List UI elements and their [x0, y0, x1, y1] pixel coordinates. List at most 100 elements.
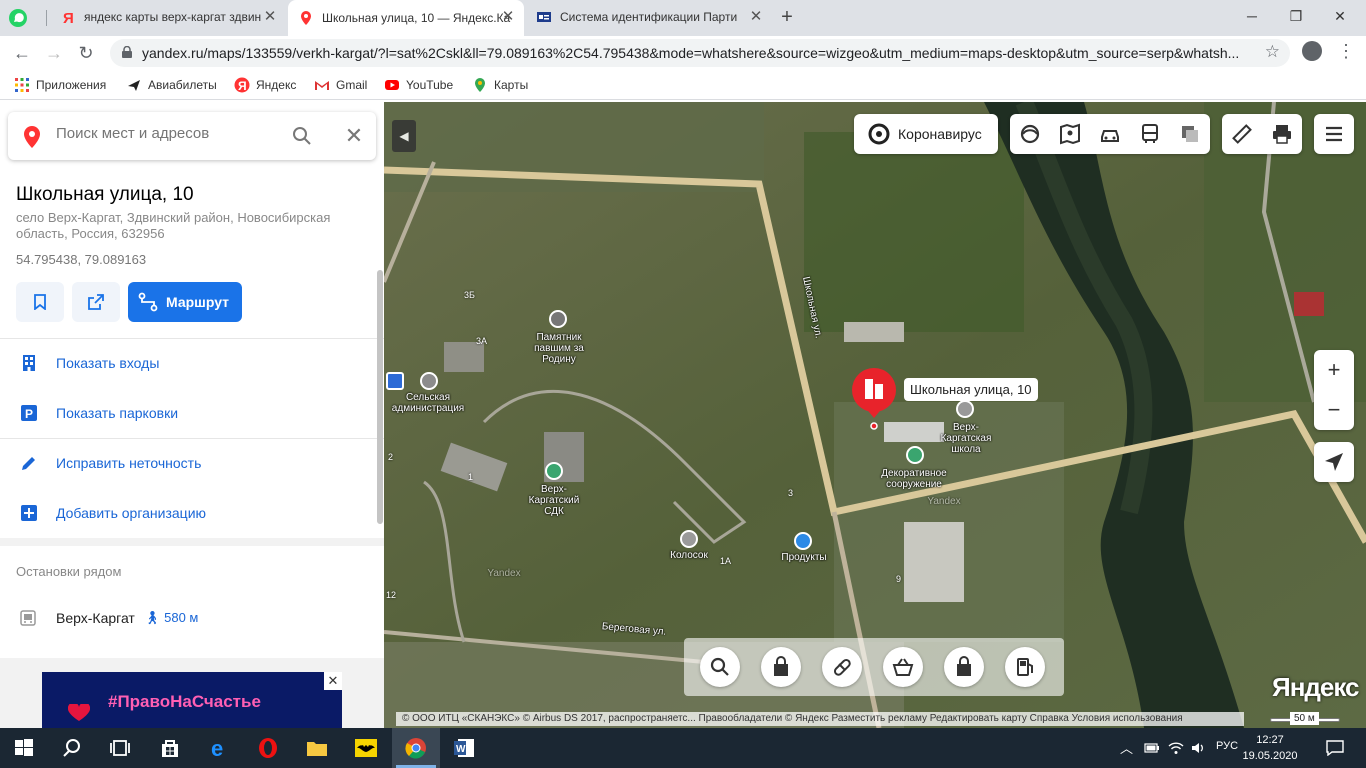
map-copyright[interactable]: © ООО ИТЦ «СКАНЭКС» © Airbus DS 2017, ра… — [396, 712, 1244, 726]
tab-close-icon[interactable]: ✕ — [500, 9, 516, 25]
layers-icon[interactable] — [1179, 123, 1201, 145]
satellite-map[interactable]: ◀ Школьная ул. Береговая ул. Памятник па… — [384, 102, 1366, 728]
tab-party-system[interactable]: Система идентификации Парти ✕ — [526, 0, 772, 34]
share-button[interactable] — [72, 282, 120, 322]
decor-poi-icon[interactable] — [906, 446, 924, 464]
gas-station-category-button[interactable] — [1005, 647, 1045, 687]
file-explorer-icon[interactable] — [305, 736, 329, 760]
people-map-icon[interactable] — [1059, 123, 1081, 145]
school-poi-icon[interactable] — [956, 400, 974, 418]
route-button[interactable]: Маршрут — [128, 282, 242, 322]
add-organization-item[interactable]: Добавить организацию — [0, 489, 384, 539]
sidebar-scrollbar[interactable] — [377, 270, 383, 524]
tab-yandex-maps[interactable]: Школьная улица, 10 — Яндекс.Ка ✕ — [288, 0, 524, 36]
bookmark-yandex[interactable]: Я Яндекс — [234, 77, 296, 93]
tab-close-icon[interactable]: ✕ — [748, 9, 764, 25]
flag-poi-icon[interactable] — [420, 372, 438, 390]
word-icon[interactable]: W — [452, 736, 476, 760]
reload-icon[interactable]: ↻ — [74, 41, 98, 65]
search-icon — [710, 657, 729, 676]
notifications-icon[interactable] — [1326, 740, 1344, 756]
store-icon[interactable] — [158, 736, 182, 760]
back-icon[interactable]: ← — [10, 41, 34, 65]
search-box[interactable]: ✕ — [8, 112, 376, 160]
selected-place-marker-icon[interactable] — [850, 368, 898, 430]
task-view-icon[interactable] — [108, 736, 132, 760]
whatsapp-icon[interactable] — [8, 8, 28, 28]
traffic-icon[interactable] — [1099, 123, 1121, 145]
shopping-category-button[interactable] — [761, 647, 801, 687]
address-bar[interactable]: yandex.ru/maps/133559/verkh-kargat/?l=sa… — [110, 39, 1290, 67]
house-number: 1 — [468, 472, 474, 482]
map-layers-group — [1010, 114, 1210, 154]
zoom-out-icon[interactable]: − — [1314, 390, 1354, 430]
windows-start-icon[interactable] — [12, 736, 36, 760]
monument-poi-icon[interactable] — [549, 310, 567, 328]
opera-icon[interactable] — [256, 736, 280, 760]
yandex-icon: Я — [234, 77, 250, 93]
mall-category-button[interactable] — [944, 647, 984, 687]
grocery-category-button[interactable] — [883, 647, 923, 687]
search-icon[interactable] — [292, 126, 312, 146]
print-icon[interactable] — [1271, 123, 1293, 145]
main-menu-button[interactable] — [1314, 114, 1354, 154]
fix-inaccuracy-item[interactable]: Исправить неточность — [0, 439, 384, 489]
show-entrances-item[interactable]: Показать входы — [0, 339, 384, 389]
gmail-icon — [315, 81, 329, 90]
sport-poi-icon[interactable] — [680, 530, 698, 548]
basket-icon — [892, 658, 914, 676]
bookmark-youtube[interactable]: YouTube — [384, 77, 453, 93]
search-input[interactable] — [56, 125, 276, 142]
zoom-in-icon[interactable]: + — [1314, 350, 1354, 390]
tray-up-arrow-icon[interactable]: ︿ — [1120, 738, 1133, 757]
window-close-icon[interactable]: ✕ — [1320, 4, 1360, 28]
bookmark-avia[interactable]: Авиабилеты — [126, 77, 217, 93]
browser-menu-icon[interactable]: ⋮ — [1337, 40, 1355, 62]
theatre-poi-icon[interactable] — [545, 462, 563, 480]
profile-avatar-icon[interactable] — [1302, 41, 1322, 61]
bookmark-gmail[interactable]: Gmail — [314, 77, 367, 93]
system-clock[interactable]: 12:27 19.05.2020 — [1240, 732, 1300, 764]
chrome-icon[interactable] — [404, 736, 428, 760]
new-tab-icon[interactable]: + — [776, 6, 798, 28]
batman-app-icon[interactable] — [354, 736, 378, 760]
svg-text:P: P — [25, 407, 33, 421]
wifi-icon[interactable] — [1168, 740, 1184, 756]
show-parking-item[interactable]: P Показать парковки — [0, 389, 384, 439]
language-indicator[interactable]: РУС — [1216, 740, 1238, 752]
panorama-icon[interactable] — [1019, 123, 1041, 145]
maximize-icon[interactable]: ❐ — [1276, 4, 1316, 28]
bookmark-label: Яндекс — [256, 78, 297, 92]
decor-label: Декоративное сооружение — [881, 468, 947, 490]
close-icon[interactable]: ✕ — [344, 125, 364, 147]
transport-icon[interactable] — [1139, 123, 1161, 145]
place-coordinates[interactable]: 54.795438, 79.089163 — [16, 252, 146, 267]
bookmark-star-icon[interactable]: ☆ — [1265, 42, 1280, 62]
tab-close-icon[interactable]: ✕ — [262, 9, 278, 25]
my-location-button[interactable] — [1314, 442, 1354, 482]
ad-close-icon[interactable]: ✕ — [324, 672, 342, 690]
stop-distance: 🚶︎ 580 м — [144, 610, 198, 626]
pharmacy-category-button[interactable] — [822, 647, 862, 687]
advertisement-banner[interactable]: #ПравоНаСчастье ✕ — [42, 672, 342, 728]
atm-poi-icon[interactable] — [386, 372, 404, 390]
ruler-icon[interactable] — [1231, 123, 1253, 145]
search-taskbar-icon[interactable] — [60, 736, 84, 760]
coronavirus-button[interactable]: Коронавирус — [854, 114, 998, 154]
bookmark-icon — [34, 294, 46, 310]
collapse-sidebar-icon[interactable]: ◀ — [392, 120, 416, 152]
search-category-button[interactable] — [700, 647, 740, 687]
bookmark-apps[interactable]: Приложения — [14, 77, 106, 93]
minimize-icon[interactable]: ─ — [1232, 4, 1272, 28]
coronavirus-icon — [868, 123, 890, 145]
stop-item[interactable]: Верх-Каргат 🚶︎ 580 м — [0, 594, 384, 642]
pencil-icon — [22, 457, 35, 470]
bookmark-maps[interactable]: Карты — [472, 77, 528, 93]
shop-poi-icon[interactable] — [794, 532, 812, 550]
battery-icon[interactable] — [1144, 740, 1160, 756]
edge-icon[interactable]: e — [208, 736, 232, 760]
bookmark-button[interactable] — [16, 282, 64, 322]
forward-icon[interactable]: → — [42, 41, 66, 65]
volume-icon[interactable] — [1190, 740, 1206, 756]
tab-yandex-search[interactable]: Я яндекс карты верх-каргат здвин ✕ — [50, 0, 286, 34]
